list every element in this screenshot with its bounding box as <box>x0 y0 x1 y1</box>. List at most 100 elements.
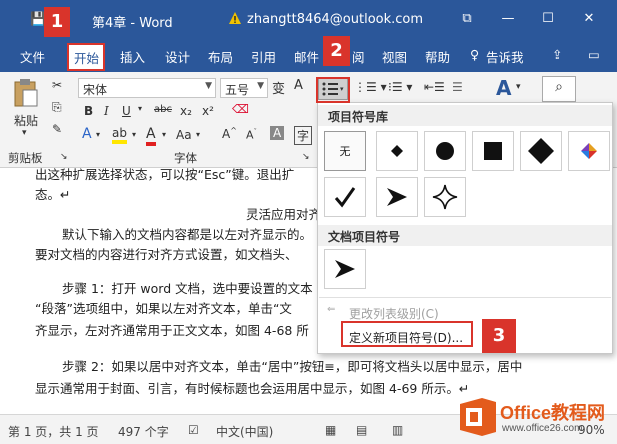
document-title: 第4章 - Word <box>92 16 173 31</box>
tab-references[interactable]: 引用 <box>251 47 276 66</box>
copy-icon[interactable]: ⎘ <box>52 100 62 115</box>
bullet-circle-option[interactable] <box>424 131 466 171</box>
share-icon[interactable]: ⇪ <box>552 47 562 62</box>
decrease-indent-icon[interactable]: ⇤☰ <box>424 80 445 94</box>
font-name-combo[interactable]: 宋体 ▼ <box>78 78 216 98</box>
highlight-dropdown-icon[interactable]: ▾ <box>132 130 136 139</box>
shrink-font-icon[interactable]: Aˇ <box>246 128 257 142</box>
language-indicator[interactable]: 中文(中国) <box>216 423 273 440</box>
styles-icon[interactable]: A <box>496 76 511 100</box>
maximize-icon[interactable]: ☐ <box>536 8 560 30</box>
tab-review[interactable]: 阅 <box>352 47 365 66</box>
step-1-callout: 1 <box>44 7 70 37</box>
bullet-star-option[interactable] <box>424 177 466 217</box>
home-tab-highlight <box>67 43 105 71</box>
text-effects-icon[interactable]: A <box>82 126 92 142</box>
subscript-icon[interactable]: x₂ <box>180 104 192 118</box>
numbering-icon[interactable]: ⋮☰ ▾ <box>354 80 387 94</box>
step-2-callout: 2 <box>323 36 350 66</box>
enclose-character-icon[interactable]: 字 <box>294 126 313 145</box>
print-layout-icon[interactable]: ▤ <box>356 423 367 437</box>
multilevel-list-icon[interactable]: ⁝☰ ▾ <box>388 80 412 94</box>
grow-font-icon[interactable]: A^ <box>222 126 237 141</box>
paste-icon[interactable] <box>12 78 40 108</box>
underline-icon[interactable]: U <box>122 104 131 118</box>
list-level-icon: ⇐ <box>327 304 336 315</box>
warning-icon <box>229 12 241 24</box>
web-layout-icon[interactable]: ▥ <box>392 423 403 437</box>
clear-formatting-icon[interactable]: A <box>294 78 303 93</box>
font-launcher-icon[interactable]: ↘ <box>302 152 310 162</box>
bullet-checkmark-option[interactable] <box>324 177 366 217</box>
underline-dropdown-icon[interactable]: ▾ <box>138 104 142 113</box>
superscript-icon[interactable]: x² <box>202 104 214 118</box>
change-case-icon[interactable]: Aa <box>176 128 192 142</box>
bullet-library-dropdown: 项目符号库 无 文档项目符号 ⇐ 更改列表级别(C) 定义新项目符号(D)... <box>317 102 613 354</box>
watermark-brand: Office教程网 <box>500 403 606 423</box>
close-icon[interactable]: ✕ <box>577 8 601 30</box>
change-list-level-item[interactable]: ⇐ 更改列表级别(C) <box>319 301 611 323</box>
comments-icon[interactable]: ▭ <box>588 47 600 62</box>
doc-line: 出这种扩展选择状态，可以按“Esc”键。退出扩 <box>35 167 295 182</box>
highlight-icon[interactable]: ab <box>112 126 127 144</box>
bullet-arrowhead-option[interactable] <box>376 177 418 217</box>
circle-icon <box>436 142 454 160</box>
font-color-dropdown-icon[interactable]: ▾ <box>162 130 166 139</box>
title-bar: 💾 第4章 - Word zhangtt8464@outlook.com ⧉ —… <box>0 0 617 40</box>
search-icon[interactable]: ⌕ <box>542 76 576 102</box>
document-bullets-title: 文档项目符号 <box>318 225 612 246</box>
paste-label[interactable]: 粘贴 <box>14 112 38 129</box>
font-size-combo[interactable]: 五号 ▼ <box>220 78 268 98</box>
tab-design[interactable]: 设计 <box>165 47 190 66</box>
page-count[interactable]: 第 1 页，共 1 页 <box>8 423 99 440</box>
proofing-icon[interactable]: ☑ <box>188 423 199 437</box>
clipboard-launcher-icon[interactable]: ↘ <box>60 152 68 162</box>
text-effects-dropdown-icon[interactable]: ▾ <box>96 130 100 139</box>
increase-indent-icon[interactable]: ☰ <box>452 80 463 94</box>
account-name[interactable]: zhangtt8464@outlook.com <box>247 12 423 27</box>
change-list-level-label: 更改列表级别(C) <box>349 307 439 321</box>
chevron-down-icon: ▼ <box>205 81 212 91</box>
bullet-none-option[interactable]: 无 <box>324 131 366 171</box>
bullet-square-option[interactable] <box>472 131 514 171</box>
menu-divider <box>319 297 611 298</box>
doc-line: 态。↵ <box>35 187 71 202</box>
bullet-colored-diamond-option[interactable] <box>568 131 610 171</box>
eraser-icon[interactable]: ⌫ <box>232 102 249 116</box>
colored-diamond-icon <box>581 143 597 159</box>
format-painter-icon[interactable]: ✎ <box>52 122 62 136</box>
read-mode-icon[interactable]: ▦ <box>325 423 336 437</box>
tab-file[interactable]: 文件 <box>20 47 45 66</box>
watermark-url: www.office26.com <box>502 423 583 434</box>
bold-icon[interactable]: B <box>84 104 93 118</box>
bullet-none-label: 无 <box>339 145 351 158</box>
character-shading-icon[interactable]: A <box>270 126 285 140</box>
tab-layout[interactable]: 布局 <box>208 47 233 66</box>
bullet-small-diamond-option[interactable] <box>376 131 418 171</box>
minimize-icon[interactable]: — <box>496 8 520 30</box>
watermark-logo: Office教程网 www.office26.com <box>456 396 616 440</box>
bullet-library-title: 项目符号库 <box>318 105 612 126</box>
tab-mailings[interactable]: 邮件 <box>294 47 319 66</box>
document-bullet-arrowhead-option[interactable] <box>324 249 366 289</box>
ribbon-display-options-icon[interactable]: ⧉ <box>455 8 479 30</box>
tab-help[interactable]: 帮助 <box>425 47 450 66</box>
tell-me-search[interactable]: 告诉我 <box>486 47 524 66</box>
strikethrough-icon[interactable]: abc <box>154 104 172 115</box>
doc-line: 显示通常用于封面、引言，有时候标题也会运用居中显示，如图 4-69 所示。↵ <box>35 381 470 396</box>
phonetic-guide-icon[interactable]: 变 <box>272 78 285 97</box>
arrowhead-icon <box>387 188 407 206</box>
paste-dropdown-icon[interactable]: ▾ <box>22 128 27 138</box>
doc-line: 步骤 1：打开 word 文档，选中要设置的文本 <box>62 281 313 296</box>
font-color-icon[interactable]: A <box>146 126 156 146</box>
italic-icon[interactable]: I <box>104 104 109 118</box>
styles-dropdown-icon[interactable]: ▾ <box>516 82 521 92</box>
bullet-large-diamond-option[interactable] <box>520 131 562 171</box>
tab-insert[interactable]: 插入 <box>120 47 145 66</box>
word-count[interactable]: 497 个字 <box>118 423 169 440</box>
cut-icon[interactable]: ✂ <box>52 78 62 92</box>
change-case-dropdown-icon[interactable]: ▾ <box>196 130 200 139</box>
small-diamond-icon <box>391 145 403 157</box>
square-icon <box>484 142 502 160</box>
tab-view[interactable]: 视图 <box>382 47 407 66</box>
